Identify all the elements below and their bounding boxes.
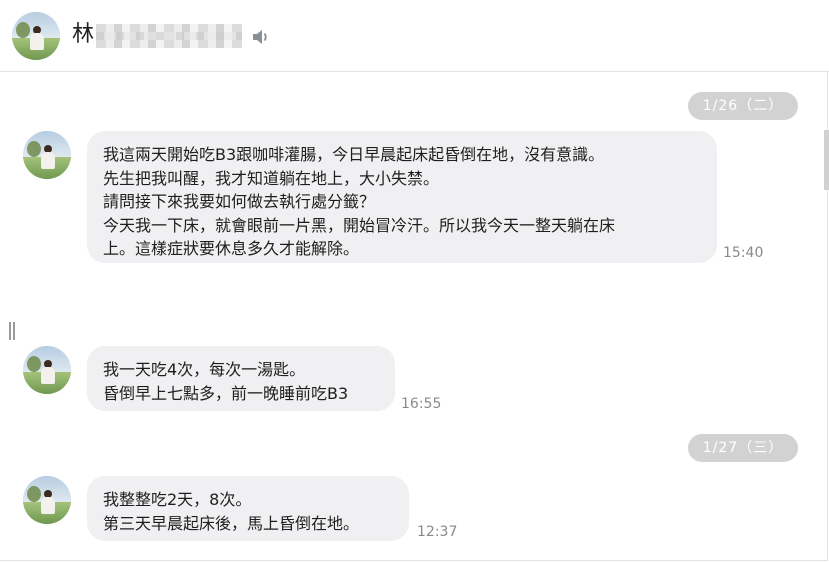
date-divider: 1/27（三） xyxy=(688,434,798,462)
message-bubble[interactable]: 我一天吃4次，每次一湯匙。 昏倒早上七點多，前一晚睡前吃B3 xyxy=(87,346,395,411)
contact-name: 林 xyxy=(72,22,95,47)
date-divider: 1/26（二） xyxy=(688,92,798,120)
message-avatar[interactable] xyxy=(23,131,71,179)
message-line: 先生把我叫醒，我才知道躺在地上，大小失禁。 xyxy=(103,168,440,188)
speaker-icon[interactable] xyxy=(251,27,271,47)
message-avatar[interactable] xyxy=(23,346,71,394)
message-time: 12:37 xyxy=(417,524,458,540)
message-line: 我一天吃4次，每次一湯匙。 xyxy=(103,360,306,379)
message-line: 上。這樣症狀要休息多久才能解除。 xyxy=(103,239,360,258)
scrollbar[interactable] xyxy=(824,130,829,190)
message-line: 第三天早晨起床後，馬上昏倒在地。 xyxy=(103,513,360,533)
message-line: 昏倒早上七點多，前一晚睡前吃B3 xyxy=(103,383,349,403)
message-bubble[interactable]: 我整整吃2天，8次。 第三天早晨起床後，馬上昏倒在地。 xyxy=(87,476,409,541)
message-bubble[interactable]: 我這兩天開始吃B3跟咖啡灌腸，今日早晨起床起昏倒在地，沒有意識。 先生把我叫醒，… xyxy=(87,131,717,263)
message-line: 我這兩天開始吃B3跟咖啡灌腸，今日早晨起床起昏倒在地，沒有意識。 xyxy=(103,145,605,164)
message-line: 請問接下來我要如何做去執行處分籤？ xyxy=(103,192,376,211)
redacted-name xyxy=(96,24,242,48)
message-line: 今天我一下床，就會眼前一片黑，開始冒冷汗。所以我今天一整天躺在床 xyxy=(103,215,616,235)
resize-handle[interactable] xyxy=(9,322,15,340)
chat-header: 林 xyxy=(0,0,829,72)
message-avatar[interactable] xyxy=(23,476,71,524)
message-time: 16:55 xyxy=(401,396,442,412)
message-line: 我整整吃2天，8次。 xyxy=(103,490,252,509)
contact-avatar[interactable] xyxy=(12,12,60,60)
message-time: 15:40 xyxy=(723,245,764,261)
